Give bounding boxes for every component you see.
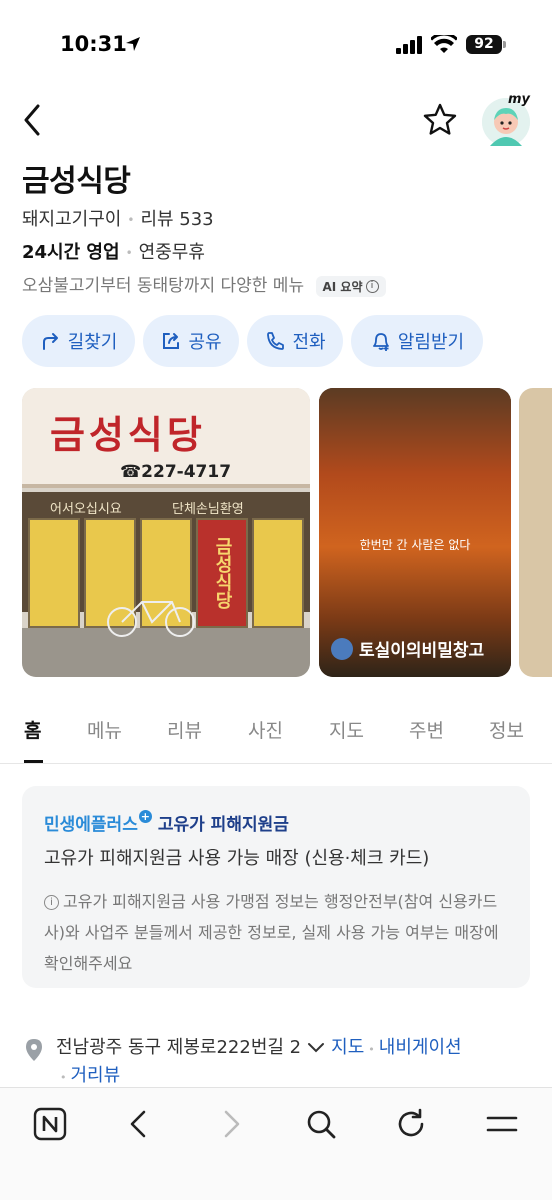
- photo-carousel[interactable]: 금성식당 ☎227-4717 어서오십시요 단체손님환영 금성식당 한번만 간 …: [22, 388, 552, 677]
- place-title: 금성식당: [22, 164, 131, 199]
- refresh-icon: [398, 1108, 424, 1137]
- next-photo-peek[interactable]: [519, 388, 552, 677]
- promo-headline: 고유가 피해지원금 사용 가능 매장 (신용·체크 카드): [44, 848, 430, 869]
- active-tab-indicator: [24, 760, 43, 763]
- map-link[interactable]: 지도: [331, 1037, 364, 1058]
- call-button[interactable]: 전화: [247, 315, 343, 367]
- status-time: 10:31: [60, 32, 127, 56]
- battery-tip: [503, 41, 506, 48]
- sub-sign-left: 어서오십시요: [50, 502, 122, 517]
- notification-button[interactable]: 알림받기: [351, 315, 483, 367]
- info-icon: i: [44, 895, 59, 910]
- video-thumbnail[interactable]: 한번만 간 사람은 없다 토실이의비밀창고: [319, 388, 511, 677]
- separator-dot: •: [127, 213, 135, 227]
- promo-note: i 고유가 피해지원금 사용 가맹점 정보는 행정안전부(참여 신용카드사)와 사…: [44, 886, 514, 979]
- holiday-info: 연중무휴: [138, 242, 205, 263]
- tab-info[interactable]: 정보: [489, 716, 524, 743]
- bell-plus-icon: [372, 333, 389, 351]
- street-view-link[interactable]: 거리뷰: [71, 1065, 121, 1086]
- location-arrow-icon: [124, 35, 142, 57]
- naver-home-button[interactable]: [32, 1106, 68, 1142]
- tab-home[interactable]: 홈: [24, 716, 41, 743]
- navigation-link[interactable]: 내비게이션: [379, 1037, 462, 1058]
- address-line: 전남광주 동구 제봉로222번길 2 지도 • 내비게이션: [56, 1034, 462, 1064]
- separator-dot: •: [60, 1071, 67, 1084]
- hours-status: 24시간 영업: [22, 242, 120, 263]
- video-channel: 토실이의비밀창고: [331, 636, 484, 661]
- directions-icon: [42, 333, 58, 350]
- ai-summary-badge[interactable]: AI 요약 i: [315, 275, 386, 297]
- directions-button[interactable]: 길찾기: [22, 315, 135, 367]
- channel-avatar-icon: [331, 637, 353, 660]
- business-hours[interactable]: 24시간 영업 • 연중무휴: [22, 238, 205, 264]
- separator-dot: •: [368, 1043, 375, 1056]
- plus-icon: +: [138, 810, 152, 823]
- shop-signboard: 금성식당 ☎227-4717: [22, 388, 310, 488]
- back-arrow-icon: [130, 1110, 146, 1138]
- bicycle-icon: [107, 601, 195, 637]
- n-home-icon: [33, 1107, 67, 1141]
- review-count-link[interactable]: 리뷰 533: [140, 209, 213, 230]
- ai-summary: 오삼불고기부터 동태탕까지 다양한 메뉴 AI 요약 i: [22, 271, 386, 297]
- cellular-signal-icon: [396, 36, 424, 58]
- address-text[interactable]: 전남광주 동구 제봉로222번길 2: [56, 1037, 301, 1058]
- location-pin-icon: [26, 1039, 42, 1061]
- tab-menu[interactable]: 메뉴: [87, 716, 122, 743]
- info-icon: i: [365, 279, 379, 293]
- menu-icon: [486, 1116, 518, 1132]
- chevron-left-icon: [24, 104, 40, 136]
- door-sign: 금성식당: [196, 518, 248, 628]
- video-caption: 한번만 간 사람은 없다: [359, 538, 471, 552]
- share-label: 공유: [188, 332, 222, 353]
- status-bar: 10:31 92: [0, 0, 552, 90]
- star-outline-icon: [423, 103, 457, 135]
- action-buttons: 길찾기 공유 전화 알림받기: [22, 315, 483, 367]
- ai-badge-label: AI 요약: [322, 279, 363, 294]
- tab-bar: 홈 메뉴 리뷰 사진 지도 주변 정보: [0, 710, 552, 764]
- promo-card[interactable]: 민생에플러스 + 고유가 피해지원금 고유가 피해지원금 사용 가능 매장 (신용·…: [22, 786, 530, 988]
- sign-phone: ☎227-4717: [120, 462, 232, 482]
- my-profile-avatar[interactable]: my: [482, 92, 530, 146]
- call-label: 전화: [292, 332, 326, 353]
- avatar-my-label: my: [508, 92, 531, 107]
- promo-brand-name: 민생에플러스: [44, 815, 138, 835]
- chevron-down-icon[interactable]: [307, 1042, 325, 1054]
- promo-brand-sub: 고유가 피해지원금: [157, 815, 289, 835]
- food-image: [319, 388, 511, 677]
- storefront-photo[interactable]: 금성식당 ☎227-4717 어서오십시요 단체손님환영 금성식당: [22, 388, 310, 677]
- place-meta: 돼지고기구이 • 리뷰 533: [22, 205, 214, 231]
- channel-name: 토실이의비밀창고: [359, 641, 485, 661]
- share-button[interactable]: 공유: [143, 315, 239, 367]
- tab-nearby[interactable]: 주변: [409, 716, 444, 743]
- notification-label: 알림받기: [397, 332, 465, 353]
- sign-shop-name: 금성식당: [50, 413, 206, 457]
- place-category: 돼지고기구이: [22, 209, 122, 230]
- tab-photos[interactable]: 사진: [248, 716, 283, 743]
- share-icon: [163, 333, 180, 349]
- promo-brand: 민생에플러스 + 고유가 피해지원금: [44, 810, 289, 835]
- separator-dot: •: [125, 246, 133, 260]
- favorite-button[interactable]: [422, 102, 458, 138]
- tab-map[interactable]: 지도: [329, 716, 364, 743]
- search-button[interactable]: [303, 1106, 339, 1142]
- browser-back-button[interactable]: [122, 1106, 158, 1142]
- directions-label: 길찾기: [67, 332, 118, 353]
- battery-indicator: 92: [466, 35, 502, 54]
- summary-text: 오삼불고기부터 동태탕까지 다양한 메뉴: [22, 276, 305, 296]
- door-panel: [252, 518, 304, 628]
- browser-forward-button[interactable]: [212, 1106, 248, 1142]
- promo-note-text: 고유가 피해지원금 사용 가맹점 정보는 행정안전부(참여 신용카드사)와 사업…: [44, 892, 499, 973]
- refresh-button[interactable]: [393, 1106, 429, 1142]
- forward-arrow-icon: [224, 1110, 240, 1138]
- wifi-icon: [429, 32, 459, 59]
- browser-toolbar: [0, 1087, 552, 1200]
- back-button[interactable]: [18, 102, 48, 138]
- menu-button[interactable]: [484, 1106, 520, 1142]
- tab-reviews[interactable]: 리뷰: [167, 716, 202, 743]
- phone-icon: [267, 332, 285, 350]
- door-panel: [28, 518, 80, 628]
- search-icon: [307, 1110, 336, 1139]
- sub-sign-right: 단체손님환영: [172, 502, 244, 517]
